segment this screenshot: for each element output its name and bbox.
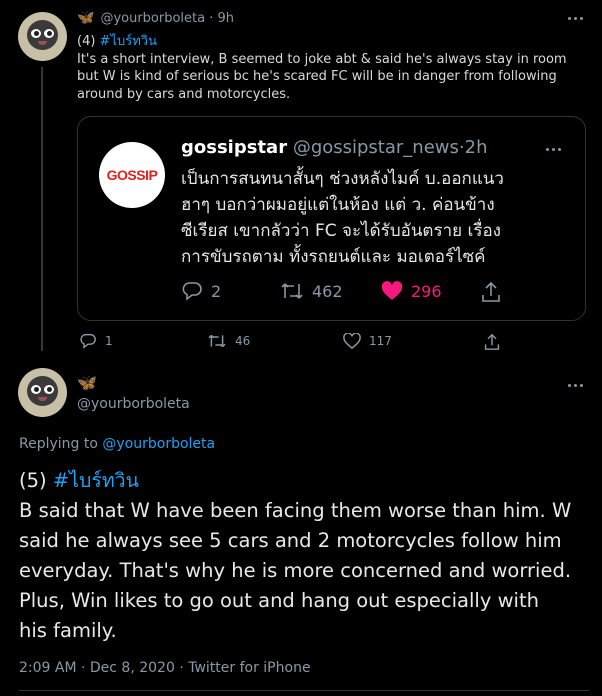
share-icon	[482, 281, 500, 302]
tweet-header: 🦋 @yourborboleta · 9h	[77, 10, 235, 26]
quoted-user-name[interactable]: gossipstar	[181, 137, 287, 158]
share-icon	[484, 333, 500, 350]
thread-line	[41, 67, 43, 351]
avatar[interactable]	[18, 12, 67, 61]
reply-button[interactable]: 1	[79, 333, 113, 349]
heart-filled-icon	[381, 281, 403, 300]
avatar[interactable]	[18, 368, 67, 417]
quoted-tweet-time[interactable]: 2h	[465, 137, 488, 158]
gossipstar-avatar[interactable]: GOSSIP	[99, 142, 165, 208]
quoted-like-button[interactable]: 296	[381, 281, 442, 301]
like-button[interactable]: 117	[343, 333, 392, 349]
quoted-reply-button[interactable]: 2	[181, 281, 221, 301]
tweet-text: (5) #ไบร์ทวิน B said that W have been fa…	[19, 469, 572, 642]
divider	[19, 690, 589, 691]
retweet-icon	[281, 283, 303, 299]
reply-icon	[182, 282, 202, 301]
quoted-share-button[interactable]	[481, 281, 501, 303]
share-button[interactable]	[484, 333, 500, 351]
quoted-like-count: 296	[411, 281, 442, 301]
quoted-user-handle[interactable]: @gossipstar_news	[293, 137, 459, 158]
replying-to: Replying to @yourborboleta	[19, 436, 216, 452]
reply-count: 1	[105, 334, 113, 348]
butterfly-icon[interactable]: 🦋	[77, 373, 97, 392]
like-count: 117	[369, 334, 392, 348]
tweet-text: (4) #ไบร์ทวิน It's a short interview, B …	[77, 34, 567, 102]
quoted-tweet-text: เป็นการสนทนาสั้นๆ ช่วงหลังไมค์ บ.ออกแนว …	[181, 169, 504, 267]
retweet-button[interactable]: 46	[207, 333, 250, 349]
heart-icon	[343, 333, 361, 349]
tweet-meta[interactable]: 2:09 AM · Dec 8, 2020 · Twitter for iPho…	[19, 660, 311, 676]
more-options-icon[interactable]	[565, 379, 585, 391]
tweet-time[interactable]: 9h	[218, 11, 235, 26]
user-handle[interactable]: @yourborboleta	[100, 11, 205, 26]
replying-to-link[interactable]: @yourborboleta	[102, 436, 215, 452]
quoted-more-options-icon[interactable]	[543, 143, 563, 155]
quoted-retweet-count: 462	[312, 281, 343, 301]
quoted-tweet-header: gossipstar @gossipstar_news·2h	[181, 137, 488, 158]
quoted-reply-count: 2	[211, 281, 222, 301]
retweet-count: 46	[235, 334, 251, 348]
hashtag-link[interactable]: #ไบร์ทวิน	[53, 469, 139, 492]
reply-icon	[80, 333, 96, 349]
retweet-icon	[208, 334, 226, 348]
butterfly-icon: 🦋	[77, 10, 95, 26]
more-options-icon[interactable]	[565, 12, 585, 24]
hashtag-link[interactable]: #ไบร์ทวิน	[100, 34, 157, 49]
quoted-retweet-button[interactable]: 462	[280, 281, 343, 301]
user-handle[interactable]: @yourborboleta	[77, 396, 190, 412]
